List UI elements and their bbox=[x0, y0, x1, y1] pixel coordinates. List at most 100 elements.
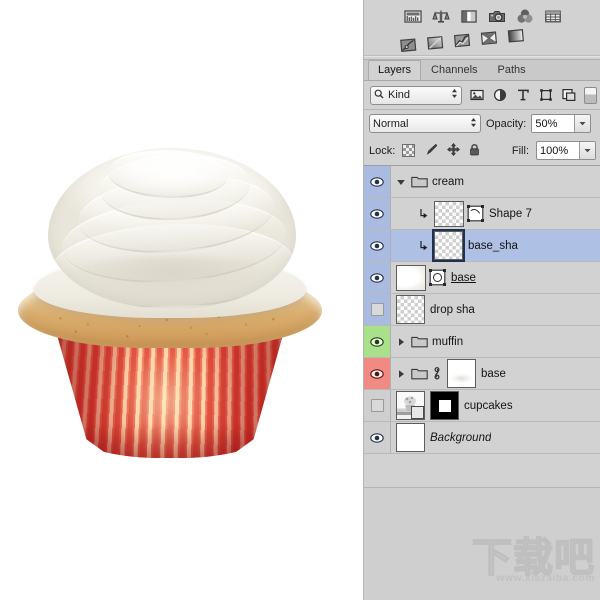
eye-icon bbox=[370, 209, 384, 219]
vector-mask-thumbnail[interactable] bbox=[429, 269, 446, 286]
tab-paths[interactable]: Paths bbox=[488, 60, 536, 80]
layer-visibility-toggle[interactable] bbox=[364, 326, 391, 357]
layer-row-body[interactable]: cream bbox=[391, 166, 600, 197]
layer-row-drop-sha[interactable]: drop sha bbox=[364, 294, 600, 326]
blend-mode-select[interactable]: Normal bbox=[369, 114, 481, 133]
layer-name[interactable]: drop sha bbox=[430, 304, 475, 316]
link-chain-icon[interactable] bbox=[432, 367, 442, 380]
cream-highlight bbox=[118, 156, 238, 198]
lock-fill-bar: Lock: bbox=[364, 137, 600, 166]
opacity-input[interactable] bbox=[532, 116, 574, 131]
layer-visibility-toggle[interactable] bbox=[364, 166, 391, 197]
opacity-dropdown-arrow[interactable] bbox=[574, 115, 590, 132]
camera-raw-icon[interactable] bbox=[488, 8, 506, 24]
filter-kind-select[interactable]: Kind bbox=[370, 86, 462, 105]
layer-name[interactable]: Shape 7 bbox=[489, 208, 532, 220]
layer-visibility-toggle[interactable] bbox=[364, 358, 391, 389]
vector-mask-thumbnail[interactable] bbox=[467, 205, 484, 222]
photoshop-window: Layers Channels Paths Kind bbox=[0, 0, 600, 600]
layer-visibility-toggle[interactable] bbox=[364, 294, 391, 325]
layer-row-muffin[interactable]: muffin bbox=[364, 326, 600, 358]
filter-pixel-icon[interactable] bbox=[470, 88, 484, 102]
lock-all-icon[interactable] bbox=[469, 143, 480, 159]
search-icon bbox=[374, 89, 384, 102]
layer-row-base-sha[interactable]: base_sha bbox=[364, 230, 600, 262]
layer-row-body[interactable]: drop sha bbox=[391, 294, 600, 325]
filter-shape-icon[interactable] bbox=[539, 88, 553, 102]
tab-layers[interactable]: Layers bbox=[368, 60, 421, 80]
layer-thumbnail[interactable] bbox=[396, 391, 425, 420]
layer-thumbnail[interactable] bbox=[396, 423, 425, 452]
layer-name[interactable]: base bbox=[451, 272, 476, 284]
blend-opacity-bar: Normal Opacity: bbox=[364, 110, 600, 137]
curves-preset-icon[interactable] bbox=[399, 36, 418, 54]
layer-thumbnail[interactable] bbox=[396, 265, 426, 291]
filter-type-icon[interactable] bbox=[516, 88, 530, 102]
fill-dropdown-arrow[interactable] bbox=[579, 142, 595, 159]
filter-adjustment-icon[interactable] bbox=[493, 88, 507, 102]
layer-row-background[interactable]: Background bbox=[364, 422, 600, 454]
chevron-right-icon[interactable] bbox=[396, 369, 406, 379]
layer-thumbnail[interactable] bbox=[434, 231, 463, 260]
fill-label: Fill: bbox=[512, 145, 529, 157]
layer-row-base-shape[interactable]: base bbox=[364, 262, 600, 294]
layer-name[interactable]: cupcakes bbox=[464, 400, 513, 412]
smart-object-badge-icon bbox=[411, 406, 424, 419]
fill-field[interactable] bbox=[536, 141, 596, 160]
eye-icon bbox=[370, 177, 384, 187]
fill-input[interactable] bbox=[537, 143, 579, 158]
folder-icon bbox=[411, 367, 427, 380]
chevron-down-icon[interactable] bbox=[396, 177, 406, 187]
adjustments-icon[interactable] bbox=[432, 8, 450, 24]
layer-name[interactable]: base_sha bbox=[468, 240, 518, 252]
layers-panel: Layers Channels Paths Kind bbox=[363, 0, 600, 600]
lock-position-icon[interactable] bbox=[447, 143, 460, 159]
layer-name[interactable]: cream bbox=[432, 176, 464, 188]
gradient-map-icon[interactable] bbox=[506, 27, 525, 45]
eye-icon bbox=[370, 433, 384, 443]
color-halftone-icon[interactable] bbox=[460, 8, 478, 24]
layer-visibility-toggle[interactable] bbox=[364, 198, 391, 229]
histogram-icon[interactable] bbox=[404, 8, 422, 24]
layer-row-base-group[interactable]: base bbox=[364, 358, 600, 390]
layer-row-cream[interactable]: cream bbox=[364, 166, 600, 198]
lock-label: Lock: bbox=[369, 145, 395, 157]
lock-image-pixels-icon[interactable] bbox=[424, 143, 438, 159]
layer-name[interactable]: muffin bbox=[432, 336, 463, 348]
layer-visibility-toggle[interactable] bbox=[364, 262, 391, 293]
gradient-diagonal-icon[interactable] bbox=[425, 34, 444, 52]
layer-mask-thumbnail[interactable] bbox=[430, 391, 459, 420]
cream-shadow bbox=[64, 256, 280, 302]
layer-row-body[interactable]: cupcakes bbox=[391, 390, 600, 421]
layer-row-body[interactable]: Shape 7 bbox=[391, 198, 600, 229]
dock-row-one bbox=[364, 4, 600, 28]
layer-name[interactable]: base bbox=[481, 368, 506, 380]
tab-channels[interactable]: Channels bbox=[421, 60, 487, 80]
layer-thumbnail[interactable] bbox=[447, 359, 476, 388]
layer-row-body[interactable]: muffin bbox=[391, 326, 600, 357]
folder-icon bbox=[411, 335, 427, 348]
canvas-area[interactable] bbox=[0, 0, 363, 600]
levels-preset-icon[interactable] bbox=[452, 31, 471, 49]
filter-type-icons bbox=[470, 88, 576, 102]
layer-thumbnail[interactable] bbox=[434, 201, 464, 227]
layer-row-body[interactable]: base_sha bbox=[391, 230, 600, 261]
layer-row-shape-7[interactable]: Shape 7 bbox=[364, 198, 600, 230]
layer-visibility-toggle[interactable] bbox=[364, 230, 391, 261]
layer-visibility-toggle[interactable] bbox=[364, 422, 391, 453]
layer-row-body[interactable]: base bbox=[391, 262, 600, 293]
opacity-label: Opacity: bbox=[486, 118, 526, 130]
opacity-field[interactable] bbox=[531, 114, 591, 133]
layer-name[interactable]: Background bbox=[430, 432, 491, 444]
lock-icons bbox=[402, 143, 480, 159]
layer-row-cupcakes[interactable]: cupcakes bbox=[364, 390, 600, 422]
layer-visibility-toggle[interactable] bbox=[364, 390, 391, 421]
layer-thumbnail[interactable] bbox=[396, 295, 425, 324]
lock-transparent-pixels-icon[interactable] bbox=[402, 144, 415, 157]
invert-preset-icon[interactable] bbox=[479, 29, 498, 47]
layer-row-body[interactable]: Background bbox=[391, 422, 600, 453]
chevron-right-icon[interactable] bbox=[396, 337, 406, 347]
layer-row-body[interactable]: base bbox=[391, 358, 600, 389]
filter-smartobject-icon[interactable] bbox=[562, 88, 576, 102]
filter-toggle-switch[interactable] bbox=[584, 87, 597, 104]
